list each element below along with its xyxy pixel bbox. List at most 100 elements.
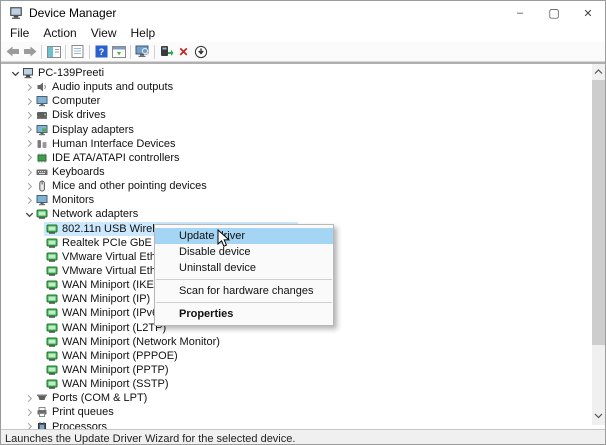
network-adapter-icon <box>46 265 58 277</box>
context-menu-properties[interactable]: Properties <box>155 306 333 322</box>
toolbar: ? ✕ <box>1 42 605 62</box>
network-adapter-icon <box>46 251 58 263</box>
network-adapter-icon <box>46 279 58 291</box>
window-title: Device Manager <box>29 6 503 20</box>
update-driver-icon[interactable] <box>158 43 175 60</box>
chevron-right-icon[interactable] <box>22 392 36 404</box>
menu-bar: File Action View Help <box>1 25 605 42</box>
chevron-right-icon[interactable] <box>22 406 36 418</box>
export-list-icon[interactable] <box>69 43 86 60</box>
network-adapter-icon <box>46 237 58 249</box>
chevron-right-icon[interactable] <box>22 138 36 150</box>
chevron-right-icon[interactable] <box>22 124 36 136</box>
toolbar-separator <box>130 45 131 59</box>
expander-spacer <box>32 251 46 263</box>
chevron-right-icon[interactable] <box>22 166 36 178</box>
network-adapter-icon <box>46 364 58 376</box>
svg-text:?: ? <box>99 47 105 57</box>
menu-view[interactable]: View <box>84 25 124 42</box>
tree-item-processors[interactable]: Processors <box>1 420 605 429</box>
tree-item-network-adapters[interactable]: Network adapters <box>1 207 605 221</box>
menu-separator <box>156 279 332 280</box>
ide-controller-icon <box>36 152 48 164</box>
minimize-button[interactable]: – <box>503 1 537 25</box>
status-text: Launches the Update Driver Wizard for th… <box>5 433 295 445</box>
chevron-right-icon[interactable] <box>22 109 36 121</box>
tree-item-audio[interactable]: Audio inputs and outputs <box>1 80 605 94</box>
hid-icon <box>36 138 48 150</box>
tree-item-disk-drives[interactable]: Disk drives <box>1 108 605 122</box>
expander-spacer <box>32 237 46 249</box>
menu-help[interactable]: Help <box>124 25 163 42</box>
display-adapter-icon <box>36 124 48 136</box>
tree-item-ide-controllers[interactable]: IDE ATA/ATAPI controllers <box>1 151 605 165</box>
chevron-right-icon[interactable] <box>22 81 36 93</box>
toolbar-separator <box>154 45 155 59</box>
scroll-up-icon[interactable] <box>592 64 605 79</box>
expander-spacer <box>32 350 46 362</box>
tree-item-wan-netmon[interactable]: WAN Miniport (Network Monitor) <box>1 335 605 349</box>
network-adapter-icon <box>46 350 58 362</box>
menu-action[interactable]: Action <box>36 25 83 42</box>
network-adapter-icon <box>46 223 58 235</box>
status-bar: Launches the Update Driver Wizard for th… <box>1 429 605 445</box>
expander-spacer <box>32 265 46 277</box>
back-icon[interactable] <box>4 43 21 60</box>
chevron-down-icon[interactable] <box>22 208 36 220</box>
audio-icon <box>36 81 48 93</box>
context-menu-scan-hardware[interactable]: Scan for hardware changes <box>155 283 333 299</box>
chevron-right-icon[interactable] <box>22 152 36 164</box>
context-menu-disable-device[interactable]: Disable device <box>155 244 333 260</box>
expander-spacer <box>32 223 46 235</box>
chevron-right-icon[interactable] <box>22 180 36 192</box>
context-menu-uninstall-device[interactable]: Uninstall device <box>155 260 333 276</box>
menu-file[interactable]: File <box>3 25 36 42</box>
printer-icon <box>36 406 48 418</box>
menu-separator <box>156 302 332 303</box>
tree-item-print-queues[interactable]: Print queues <box>1 405 605 419</box>
disable-device-icon[interactable] <box>192 43 209 60</box>
disk-icon <box>36 109 48 121</box>
close-button[interactable]: ✕ <box>571 1 605 25</box>
tree-item-computer[interactable]: Computer <box>1 94 605 108</box>
device-manager-window: Device Manager – ▢ ✕ File Action View He… <box>0 0 606 445</box>
chevron-right-icon[interactable] <box>22 421 36 429</box>
tree-item-keyboards[interactable]: Keyboards <box>1 165 605 179</box>
tree-item-wan-pppoe[interactable]: WAN Miniport (PPPOE) <box>1 349 605 363</box>
scrollbar-thumb[interactable] <box>592 80 605 345</box>
expander-spacer <box>32 293 46 305</box>
expander-spacer <box>32 336 46 348</box>
network-adapter-icon <box>46 307 58 319</box>
tree-item-computer-root[interactable]: PC-139Preeti <box>1 66 605 80</box>
properties-window-icon[interactable] <box>110 43 127 60</box>
scroll-down-icon[interactable] <box>592 408 605 423</box>
tree-item-ports[interactable]: Ports (COM & LPT) <box>1 391 605 405</box>
monitor-icon <box>36 194 48 206</box>
chevron-right-icon[interactable] <box>22 194 36 206</box>
vertical-scrollbar[interactable] <box>592 64 605 425</box>
title-bar: Device Manager – ▢ ✕ <box>1 1 605 25</box>
chevron-down-icon[interactable] <box>8 67 22 79</box>
processor-icon <box>36 421 48 429</box>
show-console-tree-icon[interactable] <box>45 43 62 60</box>
tree-item-mice[interactable]: Mice and other pointing devices <box>1 179 605 193</box>
network-adapter-icon <box>46 336 58 348</box>
tree-item-wan-pptp[interactable]: WAN Miniport (PPTP) <box>1 363 605 377</box>
tree-item-display-adapters[interactable]: Display adapters <box>1 123 605 137</box>
forward-icon[interactable] <box>21 43 38 60</box>
context-menu-update-driver[interactable]: Update driver <box>155 228 333 244</box>
scan-hardware-icon[interactable] <box>134 43 151 60</box>
uninstall-device-icon[interactable]: ✕ <box>175 43 192 60</box>
toolbar-separator <box>89 45 90 59</box>
network-adapter-icon <box>46 322 58 334</box>
maximize-button[interactable]: ▢ <box>537 1 571 25</box>
mouse-icon <box>36 180 48 192</box>
tree-item-wan-sstp[interactable]: WAN Miniport (SSTP) <box>1 377 605 391</box>
chevron-right-icon[interactable] <box>22 95 36 107</box>
help-icon[interactable]: ? <box>93 43 110 60</box>
expander-spacer <box>32 279 46 291</box>
tree-item-monitors[interactable]: Monitors <box>1 193 605 207</box>
expander-spacer <box>32 322 46 334</box>
monitor-icon <box>36 95 48 107</box>
tree-item-hid[interactable]: Human Interface Devices <box>1 137 605 151</box>
